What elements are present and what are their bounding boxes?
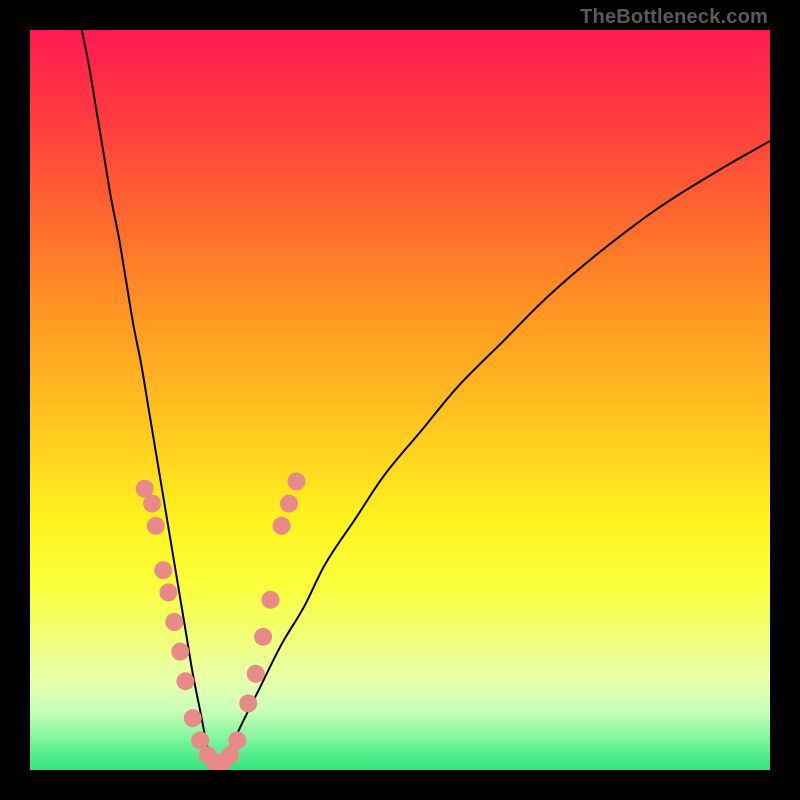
- plot-background: [30, 30, 770, 770]
- watermark-text: TheBottleneck.com: [580, 6, 768, 29]
- chart-container: TheBottleneck.com: [0, 0, 800, 800]
